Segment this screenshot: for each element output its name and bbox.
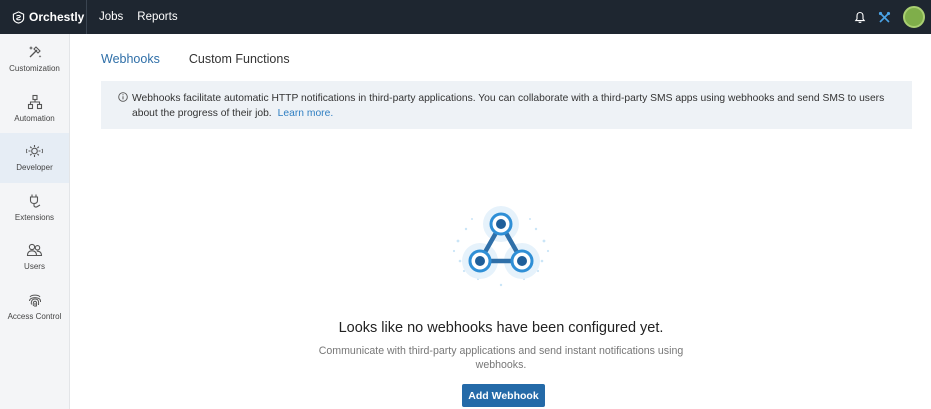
sidebar-item-access-control[interactable]: Access Control	[0, 282, 69, 332]
wand-icon	[28, 46, 41, 59]
sidebar-item-developer[interactable]: Developer	[0, 133, 69, 183]
tab-bar: Webhooks Custom Functions	[101, 52, 319, 66]
sidebar-label-customization: Customization	[9, 64, 60, 74]
sidebar-label-automation: Automation	[14, 113, 55, 123]
sidebar-item-customization[interactable]: Customization	[0, 34, 69, 84]
user-avatar[interactable]	[903, 6, 925, 28]
tools-icon[interactable]	[878, 11, 891, 24]
bell-icon[interactable]	[854, 11, 866, 24]
info-banner: Webhooks facilitate automatic HTTP notif…	[101, 81, 912, 129]
tab-custom-functions[interactable]: Custom Functions	[189, 52, 290, 66]
add-webhook-button[interactable]: Add Webhook	[462, 384, 545, 407]
sidebar: Customization Automation Developer Exten…	[0, 34, 70, 409]
main-content: Webhooks Custom Functions Webhooks facil…	[71, 34, 931, 409]
sidebar-item-extensions[interactable]: Extensions	[0, 183, 69, 233]
info-icon	[118, 92, 128, 102]
sidebar-label-developer: Developer	[16, 163, 53, 173]
fingerprint-icon	[28, 294, 41, 307]
developer-icon	[26, 145, 43, 158]
info-text-block: Webhooks facilitate automatic HTTP notif…	[118, 91, 900, 121]
app-name: Orchestly	[29, 10, 85, 24]
sidebar-label-users: Users	[24, 262, 45, 272]
app-logo[interactable]: Orchestly	[0, 0, 87, 34]
nav-jobs[interactable]: Jobs	[99, 11, 123, 23]
flow-icon	[27, 94, 42, 109]
users-icon	[26, 244, 43, 257]
empty-state-description: Communicate with third-party application…	[318, 345, 684, 371]
orchestly-logo-icon	[12, 10, 25, 24]
top-navigation: Jobs Reports	[87, 11, 192, 23]
sidebar-label-extensions: Extensions	[14, 212, 55, 222]
sidebar-label-access-control: Access Control	[7, 311, 62, 321]
empty-state-title: Looks like no webhooks have been configu…	[338, 320, 664, 336]
learn-more-link[interactable]: Learn more.	[278, 108, 334, 119]
webhook-illustration-icon	[452, 206, 550, 287]
sidebar-item-automation[interactable]: Automation	[0, 84, 69, 134]
sidebar-item-users[interactable]: Users	[0, 232, 69, 282]
nav-reports[interactable]: Reports	[137, 11, 177, 23]
top-bar: Orchestly Jobs Reports	[0, 0, 931, 34]
plug-icon	[29, 194, 40, 208]
info-text: Webhooks facilitate automatic HTTP notif…	[132, 93, 885, 119]
top-right-actions	[854, 0, 925, 34]
tab-webhooks[interactable]: Webhooks	[101, 52, 160, 66]
